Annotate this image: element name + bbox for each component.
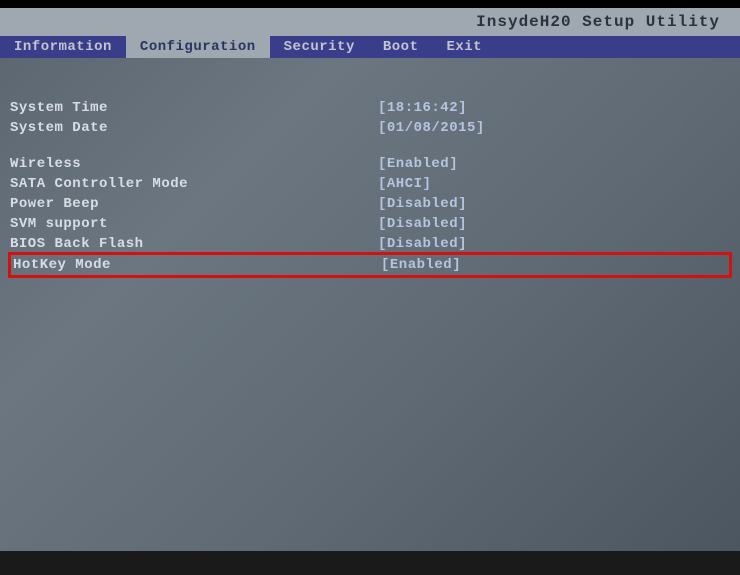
tab-boot[interactable]: Boot [369, 36, 433, 58]
tab-bar: Information Configuration Security Boot … [0, 36, 740, 58]
tab-security[interactable]: Security [270, 36, 369, 58]
setting-label: SATA Controller Mode [8, 176, 378, 192]
setting-value: [Enabled] [378, 156, 458, 172]
bios-screen: InsydeH20 Setup Utility Information Conf… [0, 8, 740, 575]
tab-label: Security [284, 39, 355, 55]
row-system-date[interactable]: System Date [01/08/2015] [8, 118, 732, 138]
row-sata-controller[interactable]: SATA Controller Mode [AHCI] [8, 174, 732, 194]
row-hotkey-mode[interactable]: HotKey Mode [Enabled] [8, 252, 732, 278]
row-system-time[interactable]: System Time [18:16:42] [8, 98, 732, 118]
setting-value: [01/08/2015] [378, 120, 485, 136]
setting-label: Wireless [8, 156, 378, 172]
setting-value: [AHCI] [378, 176, 431, 192]
setting-value: [Disabled] [378, 196, 467, 212]
tab-label: Configuration [140, 39, 256, 55]
spacer [8, 138, 732, 154]
tab-information[interactable]: Information [0, 36, 126, 58]
setting-value: [18:16:42] [378, 100, 467, 116]
tab-label: Information [14, 39, 112, 55]
row-bios-back-flash[interactable]: BIOS Back Flash [Disabled] [8, 234, 732, 254]
row-wireless[interactable]: Wireless [Enabled] [8, 154, 732, 174]
bottom-edge [0, 551, 740, 575]
title-bar: InsydeH20 Setup Utility [0, 8, 740, 36]
setting-label: BIOS Back Flash [8, 236, 378, 252]
utility-title: InsydeH20 Setup Utility [476, 13, 720, 31]
setting-value: [Disabled] [378, 236, 467, 252]
tab-exit[interactable]: Exit [432, 36, 496, 58]
tab-label: Boot [383, 39, 419, 55]
setting-label: System Date [8, 120, 378, 136]
settings-content: System Time [18:16:42] System Date [01/0… [0, 58, 740, 286]
tab-configuration[interactable]: Configuration [126, 36, 270, 58]
row-svm-support[interactable]: SVM support [Disabled] [8, 214, 732, 234]
setting-label: Power Beep [8, 196, 378, 212]
setting-value: [Enabled] [381, 257, 461, 273]
setting-label: SVM support [8, 216, 378, 232]
tab-label: Exit [446, 39, 482, 55]
setting-label: HotKey Mode [11, 257, 381, 273]
row-power-beep[interactable]: Power Beep [Disabled] [8, 194, 732, 214]
setting-label: System Time [8, 100, 378, 116]
setting-value: [Disabled] [378, 216, 467, 232]
